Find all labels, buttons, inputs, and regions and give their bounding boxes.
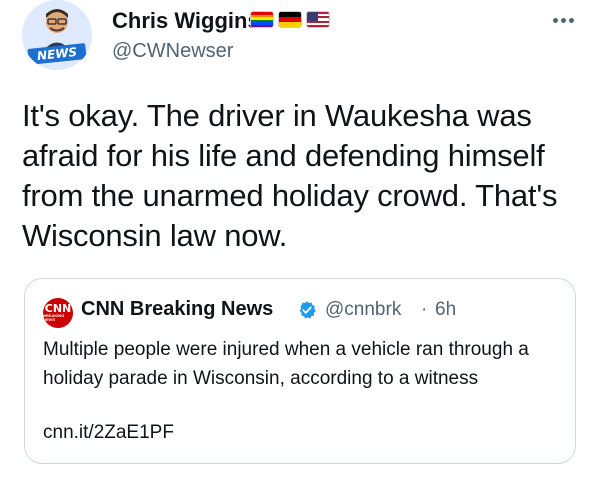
- germany-flag-icon: [278, 11, 302, 28]
- quoted-tweet-text: Multiple people were injured when a vehi…: [43, 339, 529, 389]
- separator-dot: ·: [421, 299, 428, 320]
- author-avatar[interactable]: NEWS: [22, 0, 92, 70]
- rainbow-flag-icon: [250, 11, 274, 28]
- usa-flag-icon: [306, 11, 330, 28]
- cnn-logo-icon: CNN BREAKING NEWS: [43, 298, 73, 328]
- avatar-image-icon: NEWS: [22, 0, 92, 70]
- verified-badge-icon: [299, 301, 316, 319]
- quoted-tweet[interactable]: CNN BREAKING NEWS CNN Breaking News @cnn…: [24, 278, 576, 464]
- more-dots-icon: [552, 17, 558, 23]
- quoted-tweet-link[interactable]: cnn.it/2ZaE1PF: [43, 422, 174, 444]
- quoted-tweet-timestamp[interactable]: 6h: [435, 299, 456, 321]
- tweet-card: NEWS Chris Wiggins @CWNewser It's okay. …: [0, 0, 600, 490]
- author-handle[interactable]: @CWNewser: [112, 40, 233, 63]
- tweet-text: It's okay. The driver in Waukesha was af…: [22, 98, 558, 253]
- quoted-author-handle: @cnnbrk: [325, 299, 402, 320]
- cnn-logo-subtext: BREAKING NEWS: [43, 313, 65, 322]
- quoted-author-name: CNN Breaking News: [81, 298, 274, 320]
- more-options-button[interactable]: [545, 10, 581, 30]
- author-name[interactable]: Chris Wiggins: [112, 8, 260, 34]
- author-name-flags: [250, 11, 330, 28]
